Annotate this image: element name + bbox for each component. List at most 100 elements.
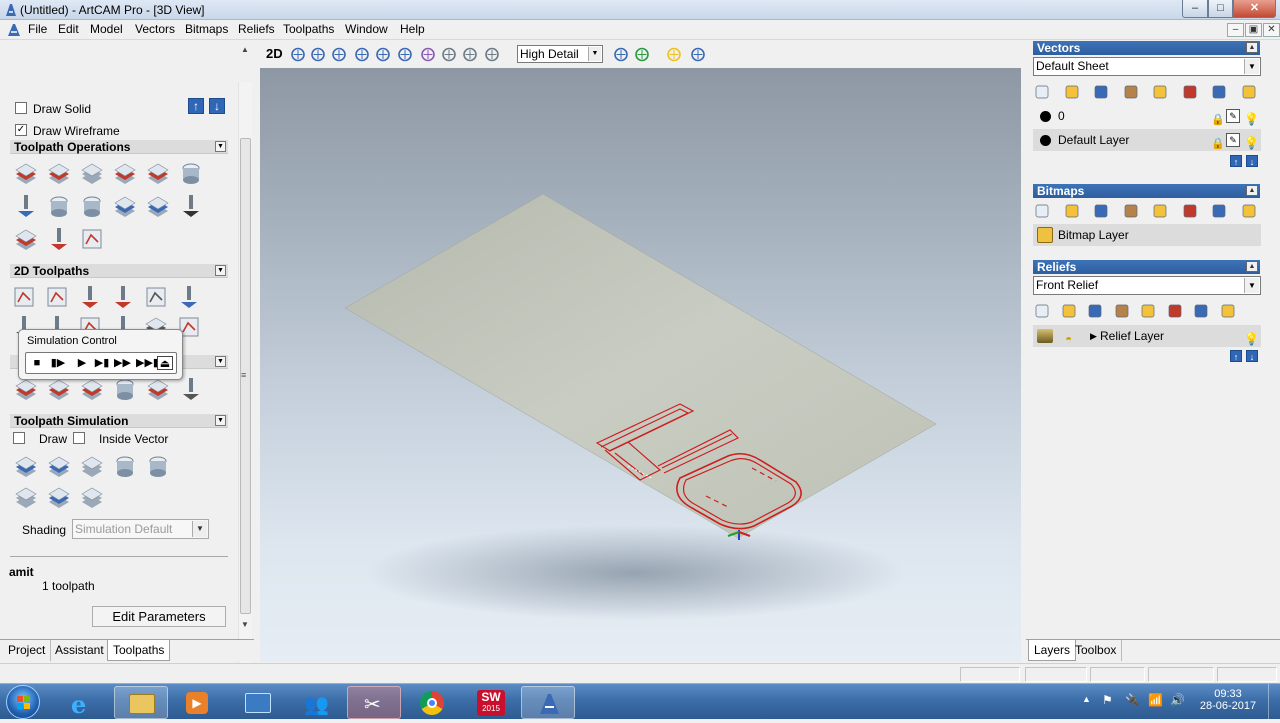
layer-color-icon[interactable] [1040, 111, 1051, 122]
view-tool-icon[interactable] [330, 46, 348, 63]
shading-select[interactable]: Simulation Default ▼ [72, 519, 209, 539]
lightbulb-icon[interactable]: 💡 [1244, 328, 1259, 350]
bitmap-layer-row[interactable]: Bitmap Layer [1033, 224, 1261, 246]
play-icon[interactable]: ▶ [74, 356, 90, 370]
taskbar-explorer[interactable] [114, 686, 168, 719]
taskbar-people[interactable]: 👥 [289, 686, 343, 719]
toolpath-operation-icon[interactable] [46, 160, 72, 186]
skip-end-icon[interactable]: ▶▶▮ [136, 356, 159, 370]
toolpath-operation-icon[interactable] [178, 160, 204, 186]
draw-wireframe-checkbox[interactable]: ✓ [15, 124, 27, 136]
relief-tool-icon[interactable] [1220, 303, 1236, 319]
step-forward-icon[interactable]: ▶▮ [94, 356, 110, 370]
vector-tool-icon[interactable] [1182, 84, 1198, 100]
view-tool-icon[interactable] [419, 46, 437, 63]
relief-tool-icon[interactable] [1167, 303, 1183, 319]
relief-tool-icon[interactable] [1061, 303, 1077, 319]
taskbar-app[interactable] [231, 686, 285, 719]
collapse-icon[interactable]: ▼ [215, 265, 226, 276]
reliefs-header[interactable]: Reliefs ▲ [1033, 260, 1260, 274]
toolpath-operation-icon[interactable] [145, 160, 171, 186]
tab-toolbox[interactable]: Toolbox [1070, 640, 1123, 661]
simulation-tool-icon[interactable] [13, 453, 39, 479]
menu-toolpaths[interactable]: Toolpaths [283, 22, 334, 36]
tab-project[interactable]: Project [3, 640, 52, 661]
toolpath-operation-icon[interactable] [46, 193, 72, 219]
menu-model[interactable]: Model [90, 22, 123, 36]
2d-toolpath-icon[interactable] [77, 284, 103, 310]
relief-select[interactable]: Front Relief ▼ [1033, 276, 1261, 295]
view-tool-icon[interactable] [483, 46, 501, 63]
taskbar-solidworks[interactable]: SW 2015 [464, 686, 518, 719]
view-tool-icon[interactable] [665, 46, 683, 63]
toolpath-operation-icon[interactable] [13, 160, 39, 186]
chevron-down-icon[interactable]: ▼ [588, 47, 601, 61]
view-tool-icon[interactable] [289, 46, 307, 63]
bitmap-tool-icon[interactable] [1093, 203, 1109, 219]
network-icon[interactable]: 📶 [1148, 693, 1163, 707]
taskbar-snipping[interactable]: ✂ [347, 686, 401, 719]
move-down-button[interactable]: ↓ [209, 98, 225, 114]
menu-vectors[interactable]: Vectors [135, 22, 175, 36]
vector-tool-icon[interactable] [1123, 84, 1139, 100]
lightbulb-icon[interactable]: 💡 [1244, 108, 1259, 130]
vector-tool-icon[interactable] [1152, 84, 1168, 100]
vector-sheet-select[interactable]: Default Sheet ▼ [1033, 57, 1261, 76]
relief-mode-icon[interactable]: ◓ [1065, 328, 1072, 350]
view-tool-icon[interactable] [374, 46, 392, 63]
bitmap-tool-icon[interactable] [1211, 203, 1227, 219]
relief-tool-icon[interactable] [1034, 303, 1050, 319]
collapse-icon[interactable]: ▲ [1246, 42, 1258, 53]
taskbar-chrome[interactable] [406, 686, 460, 719]
mdi-minimize-button[interactable]: – [1227, 23, 1244, 37]
2d-toolpath-icon[interactable] [176, 284, 202, 310]
2d-view-button[interactable]: 2D [266, 46, 283, 61]
vector-layer-row[interactable]: 0 🔒 ✎ 💡 [1033, 105, 1261, 127]
view-tool-icon[interactable] [612, 46, 630, 63]
minimize-button[interactable]: – [1182, 0, 1208, 18]
step-play-icon[interactable]: ▮▶ [50, 356, 66, 370]
menu-file[interactable]: File [28, 22, 47, 36]
toolpath-operations-header[interactable]: Toolpath Operations ▼ [10, 140, 228, 154]
fast-forward-icon[interactable]: ▶▶ [114, 356, 131, 370]
menu-reliefs[interactable]: Reliefs [238, 22, 275, 36]
pencil-icon[interactable]: ✎ [1226, 133, 1240, 147]
tab-assistant[interactable]: Assistant [50, 640, 110, 661]
toolpath-operation-icon[interactable] [79, 226, 105, 252]
taskbar-ie[interactable]: e [57, 686, 111, 719]
3d-viewport[interactable] [260, 68, 1021, 662]
simulation-tool-icon[interactable] [46, 453, 72, 479]
collapse-icon[interactable]: ▼ [215, 356, 226, 367]
layer-up-button[interactable]: ↑ [1230, 155, 1242, 167]
taskbar-media[interactable]: ▶ [171, 686, 225, 719]
simulation-tool-icon[interactable] [112, 453, 138, 479]
relief-tool-icon[interactable] [1193, 303, 1209, 319]
2d-toolpath-icon[interactable] [110, 284, 136, 310]
simulation-tool-icon[interactable] [79, 453, 105, 479]
detail-select[interactable]: High Detail ▼ [517, 45, 603, 63]
taskbar-artcam[interactable] [521, 686, 575, 719]
menu-edit[interactable]: Edit [58, 22, 79, 36]
start-button[interactable] [6, 685, 40, 719]
chevron-down-icon[interactable]: ▼ [1244, 59, 1259, 74]
2d-toolpath-icon[interactable] [44, 284, 70, 310]
collapse-icon[interactable]: ▼ [215, 415, 226, 426]
bitmap-tool-icon[interactable] [1152, 203, 1168, 219]
power-icon[interactable]: 🔌 [1125, 693, 1140, 707]
3d-toolpath-icon[interactable] [178, 376, 204, 402]
vector-tool-icon[interactable] [1093, 84, 1109, 100]
chevron-down-icon[interactable]: ▼ [1244, 278, 1259, 293]
pencil-icon[interactable]: ✎ [1226, 109, 1240, 123]
lock-icon[interactable]: 🔒 [1211, 109, 1225, 131]
view-tool-icon[interactable] [633, 46, 651, 63]
toolpath-operation-icon[interactable] [178, 193, 204, 219]
tab-layers[interactable]: Layers [1028, 640, 1077, 661]
2d-toolpaths-header[interactable]: 2D Toolpaths ▼ [10, 264, 228, 278]
bitmap-tool-icon[interactable] [1034, 203, 1050, 219]
view-tool-icon[interactable] [440, 46, 458, 63]
vector-tool-icon[interactable] [1241, 84, 1257, 100]
lightbulb-icon[interactable]: 💡 [1244, 132, 1259, 154]
mdi-close-button[interactable]: ✕ [1263, 23, 1280, 37]
menu-bitmaps[interactable]: Bitmaps [185, 22, 228, 36]
menu-help[interactable]: Help [400, 22, 425, 36]
